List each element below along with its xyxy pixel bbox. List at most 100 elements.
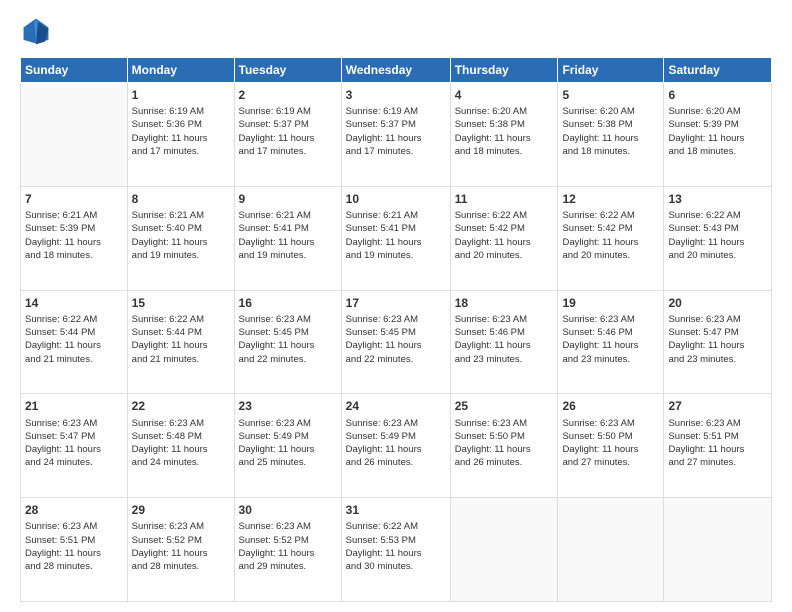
calendar-table: SundayMondayTuesdayWednesdayThursdayFrid…	[20, 57, 772, 602]
day-number: 27	[668, 398, 767, 414]
calendar-cell: 9Sunrise: 6:21 AM Sunset: 5:41 PM Daylig…	[234, 186, 341, 290]
header	[20, 15, 772, 47]
calendar-week-row: 7 Sunrise: 6:21 AM Sunset: 5:39 PM Daylig…	[21, 186, 772, 290]
day-number: 15	[132, 295, 230, 311]
cell-info: Sunrise: 6:23 AM Sunset: 5:46 PM Dayligh…	[455, 313, 554, 366]
calendar-week-row: 28 Sunrise: 6:23 AM Sunset: 5:51 PM Dayli…	[21, 498, 772, 602]
day-number: 24	[346, 398, 446, 414]
day-number: 5	[562, 87, 659, 103]
cell-info: Sunrise: 6:23 AM Sunset: 5:47 PM Dayligh…	[668, 313, 767, 366]
calendar-cell: 10 Sunrise: 6:21 AM Sunset: 5:41 PM Dayli…	[341, 186, 450, 290]
day-number: 12	[562, 191, 659, 207]
calendar-cell: 29Sunrise: 6:23 AM Sunset: 5:52 PM Dayli…	[127, 498, 234, 602]
calendar-week-row: 21 Sunrise: 6:23 AM Sunset: 5:47 PM Dayli…	[21, 394, 772, 498]
cell-info: Sunrise: 6:23 AM Sunset: 5:50 PM Dayligh…	[455, 417, 554, 470]
cell-info: Sunrise: 6:22 AM Sunset: 5:43 PM Dayligh…	[668, 209, 767, 262]
cell-info: Sunrise: 6:23 AM Sunset: 5:51 PM Dayligh…	[668, 417, 767, 470]
day-number: 17	[346, 295, 446, 311]
calendar-cell: 23 Sunrise: 6:23 AM Sunset: 5:49 PM Dayli…	[234, 394, 341, 498]
calendar-cell: 31 Sunrise: 6:22 AM Sunset: 5:53 PM Dayli…	[341, 498, 450, 602]
calendar-cell	[664, 498, 772, 602]
weekday-header-row: SundayMondayTuesdayWednesdayThursdayFrid…	[21, 58, 772, 83]
calendar-cell: 2Sunrise: 6:19 AM Sunset: 5:37 PM Daylig…	[234, 83, 341, 187]
calendar-week-row: 14 Sunrise: 6:22 AM Sunset: 5:44 PM Dayli…	[21, 290, 772, 394]
page: SundayMondayTuesdayWednesdayThursdayFrid…	[0, 0, 792, 612]
calendar-header: SundayMondayTuesdayWednesdayThursdayFrid…	[21, 58, 772, 83]
cell-info: Sunrise: 6:23 AM Sunset: 5:45 PM Dayligh…	[346, 313, 446, 366]
cell-info: Sunrise: 6:22 AM Sunset: 5:44 PM Dayligh…	[132, 313, 230, 366]
day-number: 26	[562, 398, 659, 414]
cell-info: Sunrise: 6:23 AM Sunset: 5:52 PM Dayligh…	[239, 520, 337, 573]
calendar-cell: 24 Sunrise: 6:23 AM Sunset: 5:49 PM Dayli…	[341, 394, 450, 498]
day-number: 13	[668, 191, 767, 207]
calendar-cell: 5 Sunrise: 6:20 AM Sunset: 5:38 PM Daylig…	[558, 83, 664, 187]
cell-info: Sunrise: 6:23 AM Sunset: 5:46 PM Dayligh…	[562, 313, 659, 366]
day-number: 7	[25, 191, 123, 207]
calendar-cell: 30 Sunrise: 6:23 AM Sunset: 5:52 PM Dayli…	[234, 498, 341, 602]
calendar-cell: 14 Sunrise: 6:22 AM Sunset: 5:44 PM Dayli…	[21, 290, 128, 394]
day-number: 1	[132, 87, 230, 103]
cell-info: Sunrise: 6:23 AM Sunset: 5:45 PM Dayligh…	[239, 313, 337, 366]
calendar-cell: 26Sunrise: 6:23 AM Sunset: 5:50 PM Dayli…	[558, 394, 664, 498]
day-number: 28	[25, 502, 123, 518]
cell-info: Sunrise: 6:20 AM Sunset: 5:38 PM Dayligh…	[562, 105, 659, 158]
calendar-cell: 27 Sunrise: 6:23 AM Sunset: 5:51 PM Dayli…	[664, 394, 772, 498]
logo-icon	[20, 15, 52, 47]
cell-info: Sunrise: 6:20 AM Sunset: 5:38 PM Dayligh…	[455, 105, 554, 158]
calendar-cell: 3Sunrise: 6:19 AM Sunset: 5:37 PM Daylig…	[341, 83, 450, 187]
cell-info: Sunrise: 6:23 AM Sunset: 5:47 PM Dayligh…	[25, 417, 123, 470]
day-number: 23	[239, 398, 337, 414]
cell-info: Sunrise: 6:23 AM Sunset: 5:51 PM Dayligh…	[25, 520, 123, 573]
weekday-header-tuesday: Tuesday	[234, 58, 341, 83]
cell-info: Sunrise: 6:22 AM Sunset: 5:42 PM Dayligh…	[455, 209, 554, 262]
day-number: 8	[132, 191, 230, 207]
calendar-cell: 4Sunrise: 6:20 AM Sunset: 5:38 PM Daylig…	[450, 83, 558, 187]
cell-info: Sunrise: 6:22 AM Sunset: 5:53 PM Dayligh…	[346, 520, 446, 573]
day-number: 20	[668, 295, 767, 311]
calendar-cell: 17 Sunrise: 6:23 AM Sunset: 5:45 PM Dayli…	[341, 290, 450, 394]
day-number: 31	[346, 502, 446, 518]
weekday-header-sunday: Sunday	[21, 58, 128, 83]
calendar-body: 1 Sunrise: 6:19 AM Sunset: 5:36 PM Daylig…	[21, 83, 772, 602]
cell-info: Sunrise: 6:19 AM Sunset: 5:37 PM Dayligh…	[239, 105, 337, 158]
calendar-cell: 1 Sunrise: 6:19 AM Sunset: 5:36 PM Daylig…	[127, 83, 234, 187]
calendar-cell: 16Sunrise: 6:23 AM Sunset: 5:45 PM Dayli…	[234, 290, 341, 394]
cell-info: Sunrise: 6:22 AM Sunset: 5:44 PM Dayligh…	[25, 313, 123, 366]
calendar-cell: 22 Sunrise: 6:23 AM Sunset: 5:48 PM Dayli…	[127, 394, 234, 498]
day-number: 10	[346, 191, 446, 207]
logo	[20, 15, 56, 47]
day-number: 14	[25, 295, 123, 311]
calendar-cell: 7 Sunrise: 6:21 AM Sunset: 5:39 PM Daylig…	[21, 186, 128, 290]
calendar-cell	[558, 498, 664, 602]
day-number: 9	[239, 191, 337, 207]
day-number: 29	[132, 502, 230, 518]
cell-info: Sunrise: 6:23 AM Sunset: 5:49 PM Dayligh…	[239, 417, 337, 470]
calendar-cell: 25Sunrise: 6:23 AM Sunset: 5:50 PM Dayli…	[450, 394, 558, 498]
day-number: 30	[239, 502, 337, 518]
day-number: 11	[455, 191, 554, 207]
calendar-cell: 19 Sunrise: 6:23 AM Sunset: 5:46 PM Dayli…	[558, 290, 664, 394]
calendar-cell: 21 Sunrise: 6:23 AM Sunset: 5:47 PM Dayli…	[21, 394, 128, 498]
calendar-cell: 12Sunrise: 6:22 AM Sunset: 5:42 PM Dayli…	[558, 186, 664, 290]
cell-info: Sunrise: 6:23 AM Sunset: 5:49 PM Dayligh…	[346, 417, 446, 470]
day-number: 21	[25, 398, 123, 414]
weekday-header-monday: Monday	[127, 58, 234, 83]
calendar-cell: 15 Sunrise: 6:22 AM Sunset: 5:44 PM Dayli…	[127, 290, 234, 394]
calendar-cell: 20 Sunrise: 6:23 AM Sunset: 5:47 PM Dayli…	[664, 290, 772, 394]
cell-info: Sunrise: 6:23 AM Sunset: 5:48 PM Dayligh…	[132, 417, 230, 470]
cell-info: Sunrise: 6:21 AM Sunset: 5:41 PM Dayligh…	[346, 209, 446, 262]
cell-info: Sunrise: 6:20 AM Sunset: 5:39 PM Dayligh…	[668, 105, 767, 158]
cell-info: Sunrise: 6:19 AM Sunset: 5:36 PM Dayligh…	[132, 105, 230, 158]
cell-info: Sunrise: 6:21 AM Sunset: 5:40 PM Dayligh…	[132, 209, 230, 262]
calendar-cell: 11 Sunrise: 6:22 AM Sunset: 5:42 PM Dayli…	[450, 186, 558, 290]
calendar-cell: 8 Sunrise: 6:21 AM Sunset: 5:40 PM Daylig…	[127, 186, 234, 290]
day-number: 22	[132, 398, 230, 414]
calendar-cell: 18Sunrise: 6:23 AM Sunset: 5:46 PM Dayli…	[450, 290, 558, 394]
day-number: 6	[668, 87, 767, 103]
calendar-week-row: 1 Sunrise: 6:19 AM Sunset: 5:36 PM Daylig…	[21, 83, 772, 187]
day-number: 19	[562, 295, 659, 311]
cell-info: Sunrise: 6:21 AM Sunset: 5:39 PM Dayligh…	[25, 209, 123, 262]
calendar-cell	[21, 83, 128, 187]
day-number: 3	[346, 87, 446, 103]
calendar-cell: 28 Sunrise: 6:23 AM Sunset: 5:51 PM Dayli…	[21, 498, 128, 602]
